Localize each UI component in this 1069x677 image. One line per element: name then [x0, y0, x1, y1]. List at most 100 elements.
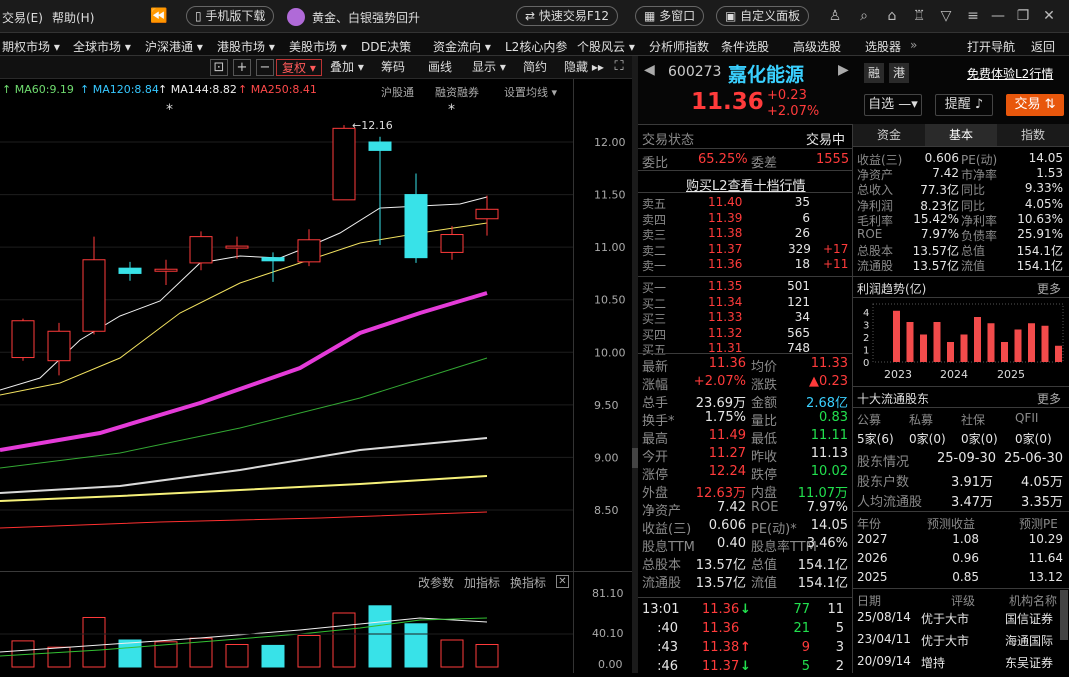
- shareholder-value: 25-09-30: [937, 451, 997, 466]
- profit-more-link[interactable]: 更多: [1037, 280, 1061, 297]
- nav-dde[interactable]: DDE决策: [361, 38, 411, 55]
- tab-basic[interactable]: 基本: [925, 124, 997, 146]
- tab-funds[interactable]: 资金: [853, 124, 925, 146]
- nav-us[interactable]: 美股市场 ▾: [289, 38, 347, 55]
- overlay-select[interactable]: 叠加 ▾: [330, 59, 364, 76]
- nav-analyst[interactable]: 分析师指数: [649, 38, 709, 55]
- close-icon[interactable]: ✕: [1041, 8, 1057, 24]
- bid-row[interactable]: 买二 11.34 121: [638, 295, 852, 311]
- quick-trade-button[interactable]: ⇄ 快速交易F12: [516, 6, 619, 26]
- rating-broker: 海通国际: [1005, 634, 1054, 648]
- custom-panel-button[interactable]: ▣ 自定义面板: [716, 6, 810, 26]
- menu-trade[interactable]: 交易(E): [2, 9, 43, 26]
- multi-window-button[interactable]: ▦ 多窗口: [635, 6, 705, 26]
- tick-arrow-icon: ↓: [740, 602, 751, 617]
- display-select[interactable]: 显示 ▾: [472, 59, 506, 76]
- ask-row[interactable]: 卖三 11.38 26: [638, 226, 852, 242]
- trade-button[interactable]: 交易 ⇅: [1006, 94, 1064, 116]
- quote-value: 14.05: [810, 518, 848, 533]
- back-icon[interactable]: ⏪: [150, 8, 167, 24]
- switch-indicator-button[interactable]: 换指标: [510, 574, 546, 591]
- kline-chart[interactable]: * * ←12.16 12.00 11.50 11.00 10.50 10.00 9.50…: [0, 98, 632, 572]
- holders-more-link[interactable]: 更多: [1037, 390, 1061, 407]
- change-params-button[interactable]: 改参数: [418, 574, 454, 591]
- skin-icon[interactable]: ▽: [938, 8, 954, 24]
- price-axis-label: 12.00: [594, 136, 626, 149]
- hide-button[interactable]: 隐藏 ▸▸: [564, 59, 604, 76]
- minimize-icon[interactable]: —: [990, 8, 1006, 24]
- shirt-icon[interactable]: ♖: [911, 8, 927, 24]
- nav-hk[interactable]: 港股市场 ▾: [217, 38, 275, 55]
- rating-row[interactable]: 25/08/14 优于大市 国信证券: [853, 610, 1069, 631]
- l2-trial-link[interactable]: 免费体验L2行情: [967, 65, 1053, 82]
- profit-bar: [1001, 342, 1008, 362]
- restore-rights-select[interactable]: 复权 ▾: [276, 59, 322, 76]
- bid-row[interactable]: 买四 11.32 565: [638, 326, 852, 342]
- nav-condition[interactable]: 条件选股: [721, 38, 769, 55]
- fund-value: 14.05: [1028, 151, 1063, 165]
- star-marker: *: [448, 102, 455, 118]
- nav-fund-flow[interactable]: 资金流向 ▾: [433, 38, 491, 55]
- margin-tag[interactable]: 融: [864, 63, 884, 83]
- wc-label: 委差: [751, 156, 778, 171]
- quote-value: +2.07%: [693, 374, 746, 389]
- bid-volume: 34: [794, 310, 810, 324]
- ask-row[interactable]: 卖二 11.37 329 +17: [638, 242, 852, 258]
- more-icon[interactable]: »: [910, 38, 917, 52]
- close-panel-icon[interactable]: ✕: [556, 575, 569, 588]
- nav-options[interactable]: 期权市场 ▾: [2, 38, 60, 55]
- add-indicator-button[interactable]: 加指标: [464, 574, 500, 591]
- tab-index[interactable]: 指数: [997, 124, 1069, 146]
- quote-value: 7.97%: [806, 500, 848, 515]
- nav-back[interactable]: 返回: [1031, 38, 1055, 55]
- bid-row[interactable]: 买一 11.35 501: [638, 279, 852, 295]
- simple-button[interactable]: 简约: [523, 59, 547, 76]
- search-icon[interactable]: ⌕: [856, 8, 872, 24]
- candle-body: [118, 267, 142, 274]
- chips-button[interactable]: 筹码: [381, 59, 405, 76]
- forecast-col: 预测收益: [927, 517, 976, 531]
- nav-picker[interactable]: 选股器: [865, 38, 901, 55]
- quote-value: 12.63万: [695, 486, 746, 501]
- ask-row[interactable]: 卖四 11.39 6: [638, 211, 852, 227]
- connect-tag[interactable]: 港: [889, 63, 909, 83]
- quote-value: 2.68亿: [806, 396, 848, 411]
- user-icon[interactable]: ♙: [827, 8, 843, 24]
- profit-bar: [1055, 345, 1062, 362]
- shareholder-row: 股东情况 25-09-30 25-06-30: [853, 451, 1069, 470]
- rating-row[interactable]: 20/09/14 增持 东吴证券: [853, 654, 1069, 675]
- scrollbar[interactable]: [1060, 590, 1068, 640]
- promo-link[interactable]: 黄金、白银强势回升: [312, 9, 420, 26]
- watchlist-button[interactable]: 自选 —▾: [864, 94, 922, 116]
- volume-chart[interactable]: [0, 590, 632, 673]
- fullscreen-icon[interactable]: ⛶: [610, 59, 628, 76]
- nav-open-guide[interactable]: 打开导航: [967, 38, 1015, 55]
- nav-l2[interactable]: L2核心内参: [505, 38, 567, 55]
- tick-arrow-icon: ↑: [740, 640, 751, 655]
- divider: [638, 124, 852, 125]
- ask-row[interactable]: 卖五 11.40 35: [638, 195, 852, 211]
- rating-row[interactable]: 23/04/11 优于大市 海通国际: [853, 632, 1069, 653]
- quote-label: 内盘: [751, 486, 778, 501]
- mobile-download-button[interactable]: ▯ 手机版下载: [186, 6, 275, 26]
- bid-price: 11.33: [708, 310, 743, 324]
- trade-status-label: 交易状态: [642, 133, 695, 148]
- lock-icon[interactable]: ⊡: [210, 59, 228, 76]
- zoom-out-icon[interactable]: −: [256, 59, 274, 76]
- menu-help[interactable]: 帮助(H): [52, 9, 94, 26]
- restore-icon[interactable]: ❐: [1015, 8, 1031, 24]
- menu-icon[interactable]: ≡: [965, 8, 981, 24]
- profit-axis-label: 4: [863, 308, 869, 319]
- nav-global[interactable]: 全球市场 ▾: [73, 38, 131, 55]
- divider: [638, 192, 852, 193]
- home-icon[interactable]: ⌂: [884, 8, 900, 24]
- draw-button[interactable]: 画线: [428, 59, 452, 76]
- zoom-in-icon[interactable]: +: [233, 59, 251, 76]
- bid-row[interactable]: 买三 11.33 34: [638, 310, 852, 326]
- ask-row[interactable]: 卖一 11.36 18 +11: [638, 257, 852, 273]
- nav-stock-news[interactable]: 个股风云 ▾: [577, 38, 635, 55]
- tick-row: 13:01 11.36 ↓ 77 11: [638, 602, 852, 620]
- alert-button[interactable]: 提醒 ♪: [935, 94, 993, 116]
- nav-connect[interactable]: 沪深港通 ▾: [145, 38, 203, 55]
- nav-advanced[interactable]: 高级选股: [793, 38, 841, 55]
